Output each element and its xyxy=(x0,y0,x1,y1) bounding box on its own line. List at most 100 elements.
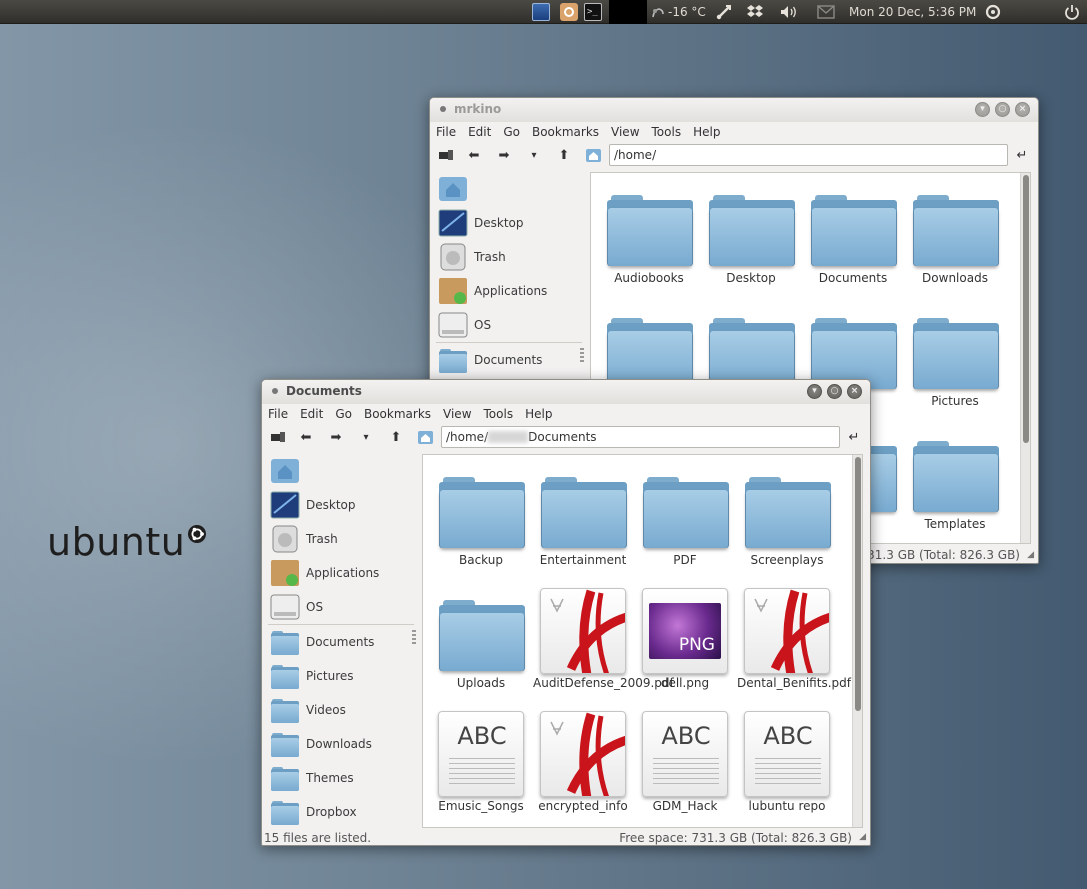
sidebar-item-home[interactable] xyxy=(430,172,588,206)
file-item[interactable]: ABC GDM_Hack xyxy=(635,711,735,814)
menu-go[interactable]: Go xyxy=(335,407,352,421)
sidebar-resize-handle[interactable] xyxy=(412,630,416,646)
file-item[interactable]: encrypted_info xyxy=(533,711,633,814)
close-button[interactable]: × xyxy=(1015,102,1030,117)
sidebar-item-applications[interactable]: Applications xyxy=(430,274,588,308)
volume-icon[interactable] xyxy=(779,3,799,21)
maximize-button[interactable]: ○ xyxy=(995,102,1010,117)
up-arrow-icon[interactable]: ⬆ xyxy=(388,429,404,445)
window-menu-dot[interactable] xyxy=(440,106,446,112)
folder-item[interactable]: Uploads xyxy=(431,588,531,691)
sidebar-item-os[interactable]: OS xyxy=(262,590,420,624)
menu-edit[interactable]: Edit xyxy=(300,407,323,421)
folder-item[interactable]: Screenplays xyxy=(737,465,837,568)
clock[interactable]: Mon 20 Dec, 5:36 PM xyxy=(849,3,976,21)
resize-grip-icon[interactable]: ◢ xyxy=(859,832,866,842)
location-bar[interactable]: /home/ Documents xyxy=(441,426,840,448)
menu-view[interactable]: View xyxy=(443,407,471,421)
file-item[interactable]: ABC lubuntu repo xyxy=(737,711,837,814)
file-item[interactable]: PNG dell.png xyxy=(635,588,735,691)
desktop-icon xyxy=(270,491,300,519)
titlebar[interactable]: Documents ▾ ○ × xyxy=(262,380,870,404)
sidebar-item-documents[interactable]: Documents xyxy=(262,625,420,659)
sidebar-item-desktop[interactable]: Desktop xyxy=(430,206,588,240)
titlebar[interactable]: mrkino ▾ ○ × xyxy=(430,98,1038,122)
back-arrow-icon[interactable]: ⬅ xyxy=(298,429,314,445)
forward-arrow-icon[interactable]: ➡ xyxy=(496,147,512,163)
menu-bookmarks[interactable]: Bookmarks xyxy=(532,125,599,139)
scrollbar-thumb[interactable] xyxy=(855,457,861,711)
sidebar-item-videos[interactable]: Videos xyxy=(262,693,420,727)
go-icon[interactable]: ↵ xyxy=(846,429,862,445)
window-menu-dot[interactable] xyxy=(272,388,278,394)
sidebar-item-label: OS xyxy=(306,600,324,614)
sidebar-item-documents[interactable]: Documents xyxy=(430,343,588,377)
home-icon[interactable] xyxy=(585,147,602,163)
file-item[interactable]: AuditDefense_2009.pdf xyxy=(533,588,674,691)
menu-go[interactable]: Go xyxy=(503,125,520,139)
close-button[interactable]: × xyxy=(847,384,862,399)
sidebar-item-themes[interactable]: Themes xyxy=(262,761,420,795)
scrollbar[interactable] xyxy=(852,455,862,827)
menu-help[interactable]: Help xyxy=(693,125,720,139)
resize-grip-icon[interactable]: ◢ xyxy=(1027,550,1034,560)
history-dropdown-icon[interactable]: ▾ xyxy=(526,147,542,163)
sidebar-resize-handle[interactable] xyxy=(580,348,584,364)
sidebar-item-trash[interactable]: Trash xyxy=(430,240,588,274)
folder-item[interactable]: Templates xyxy=(905,429,1005,532)
computer-icon[interactable] xyxy=(438,147,454,163)
folder-item[interactable]: Documents xyxy=(803,183,903,286)
up-arrow-icon[interactable]: ⬆ xyxy=(556,147,572,163)
minimize-button[interactable]: ▾ xyxy=(807,384,822,399)
forward-arrow-icon[interactable]: ➡ xyxy=(328,429,344,445)
remote-desktop-icon[interactable] xyxy=(532,3,550,21)
location-bar[interactable]: /home/ xyxy=(609,144,1008,166)
toolbar: ⬅ ➡ ▾ ⬆ /home/ ↵ xyxy=(430,142,1038,168)
maximize-button[interactable]: ○ xyxy=(827,384,842,399)
dropbox-icon[interactable] xyxy=(746,3,764,21)
menu-tools[interactable]: Tools xyxy=(484,407,514,421)
sidebar-item-home[interactable] xyxy=(262,454,420,488)
computer-icon[interactable] xyxy=(270,429,286,445)
minimize-button[interactable]: ▾ xyxy=(975,102,990,117)
file-view[interactable]: Backup Entertainment PDF Screenplays Uploads… xyxy=(422,454,863,828)
menu-view[interactable]: View xyxy=(611,125,639,139)
menu-bookmarks[interactable]: Bookmarks xyxy=(364,407,431,421)
terminal-icon[interactable]: >_ xyxy=(584,3,602,21)
go-icon[interactable]: ↵ xyxy=(1014,147,1030,163)
mail-icon[interactable] xyxy=(817,3,835,21)
network-icon[interactable] xyxy=(715,3,733,21)
menu-edit[interactable]: Edit xyxy=(468,125,491,139)
file-manager-window-documents[interactable]: Documents ▾ ○ × File Edit Go Bookmarks V… xyxy=(261,379,871,846)
weather-indicator[interactable]: -16 °C xyxy=(651,3,706,21)
folder-item[interactable]: Downloads xyxy=(905,183,1005,286)
scrollbar[interactable] xyxy=(1020,173,1030,543)
home-icon[interactable] xyxy=(417,429,434,445)
sidebar-item-desktop[interactable]: Desktop xyxy=(262,488,420,522)
scrollbar-thumb[interactable] xyxy=(1023,175,1029,443)
file-item[interactable]: ABC Emusic_Songs xyxy=(431,711,531,814)
sidebar-item-dropbox[interactable]: Dropbox xyxy=(262,795,420,829)
sidebar-item-applications[interactable]: Applications xyxy=(262,556,420,590)
sidebar-item-os[interactable]: OS xyxy=(430,308,588,342)
history-dropdown-icon[interactable]: ▾ xyxy=(358,429,374,445)
folder-item[interactable]: Audiobooks xyxy=(599,183,699,286)
sidebar-item-downloads[interactable]: Downloads xyxy=(262,727,420,761)
sidebar-item-pictures[interactable]: Pictures xyxy=(262,659,420,693)
folder-item[interactable]: Pictures xyxy=(905,306,1005,409)
menu-help[interactable]: Help xyxy=(525,407,552,421)
folder-item[interactable]: Backup xyxy=(431,465,531,568)
file-item[interactable]: Dental_Benifits.pdf xyxy=(737,588,851,691)
pidgin-icon[interactable] xyxy=(560,3,578,21)
menu-file[interactable]: File xyxy=(436,125,456,139)
power-icon[interactable] xyxy=(1064,3,1080,21)
menu-file[interactable]: File xyxy=(268,407,288,421)
me-menu-icon[interactable] xyxy=(985,3,1001,21)
folder-item[interactable]: Desktop xyxy=(701,183,801,286)
sidebar-item-trash[interactable]: Trash xyxy=(262,522,420,556)
back-arrow-icon[interactable]: ⬅ xyxy=(466,147,482,163)
menu-tools[interactable]: Tools xyxy=(652,125,682,139)
folder-icon xyxy=(910,306,1000,389)
folder-item[interactable]: Entertainment xyxy=(533,465,633,568)
folder-item[interactable]: PDF xyxy=(635,465,735,568)
